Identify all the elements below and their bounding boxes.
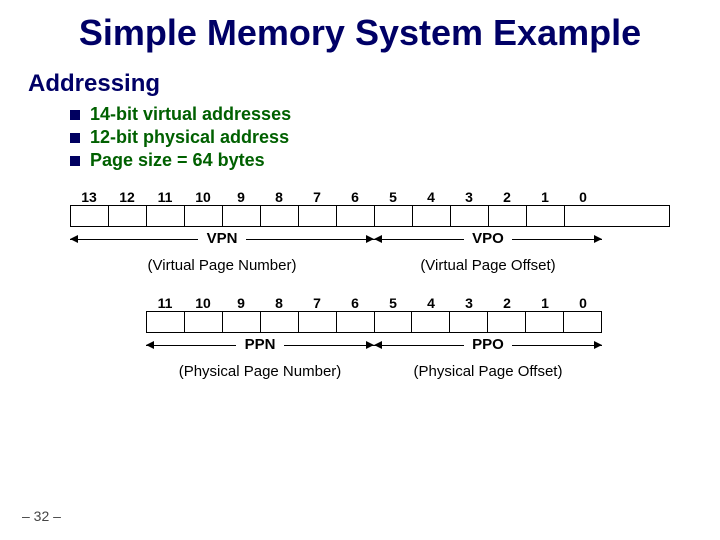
list-item: 12-bit physical address [70, 127, 720, 148]
bit-cell [147, 206, 185, 226]
bit-label: 10 [184, 295, 222, 311]
list-item: Page size = 64 bytes [70, 150, 720, 171]
bit-cell [261, 206, 299, 226]
bullet-text: Page size = 64 bytes [90, 150, 265, 171]
bit-cell [299, 206, 337, 226]
bit-cell [375, 312, 413, 332]
slide-number: – 32 – [22, 508, 61, 524]
bit-label: 5 [374, 189, 412, 205]
bit-cell [337, 206, 375, 226]
bit-cell [185, 312, 223, 332]
bit-cell [261, 312, 299, 332]
bit-cell [413, 206, 451, 226]
bit-cell [147, 312, 185, 332]
bit-cell [337, 312, 375, 332]
va-bit-boxes [70, 205, 670, 227]
bit-label: 6 [336, 295, 374, 311]
bit-label: 13 [70, 189, 108, 205]
bit-cell [375, 206, 413, 226]
bit-label: 2 [488, 189, 526, 205]
va-bit-labels: 131211109876543210 [70, 189, 670, 205]
bullet-icon [70, 110, 80, 120]
bit-cell [109, 206, 147, 226]
bit-cell [527, 206, 565, 226]
pa-bit-boxes [146, 311, 602, 333]
bit-label: 9 [222, 189, 260, 205]
bit-label: 5 [374, 295, 412, 311]
bit-cell [450, 312, 488, 332]
bit-cell [223, 206, 261, 226]
virtual-address-diagram: 131211109876543210 VPN VPO (Virtual Page… [70, 189, 670, 287]
page-title: Simple Memory System Example [0, 0, 720, 54]
bit-cell [451, 206, 489, 226]
bit-label: 11 [146, 189, 184, 205]
bit-label: 2 [488, 295, 526, 311]
list-item: 14-bit virtual addresses [70, 104, 720, 125]
vpo-full-label: (Virtual Page Offset) [374, 257, 602, 274]
bit-label: 0 [564, 189, 602, 205]
bullet-text: 14-bit virtual addresses [90, 104, 291, 125]
bit-label: 4 [412, 189, 450, 205]
bit-label: 11 [146, 295, 184, 311]
bit-label: 6 [336, 189, 374, 205]
bit-cell [299, 312, 337, 332]
vpo-label: VPO [464, 230, 512, 247]
bit-cell [564, 312, 601, 332]
bullet-text: 12-bit physical address [90, 127, 289, 148]
section-heading: Addressing [28, 70, 720, 98]
bit-label: 3 [450, 295, 488, 311]
bit-label: 7 [298, 295, 336, 311]
bit-cell [526, 312, 564, 332]
bullet-icon [70, 156, 80, 166]
bit-cell [565, 206, 602, 226]
ppo-full-label: (Physical Page Offset) [374, 363, 602, 380]
bit-label: 0 [564, 295, 602, 311]
bit-cell [185, 206, 223, 226]
bullet-list: 14-bit virtual addresses 12-bit physical… [70, 104, 720, 171]
bit-label: 7 [298, 189, 336, 205]
vpn-full-label: (Virtual Page Number) [70, 257, 374, 274]
bit-label: 12 [108, 189, 146, 205]
bit-label: 4 [412, 295, 450, 311]
ppn-label: PPN [236, 336, 284, 353]
bullet-icon [70, 133, 80, 143]
bit-cell [489, 206, 527, 226]
bit-cell [412, 312, 450, 332]
bit-label: 10 [184, 189, 222, 205]
bit-label: 8 [260, 189, 298, 205]
bit-cell [223, 312, 261, 332]
ppo-label: PPO [464, 336, 512, 353]
bit-label: 1 [526, 295, 564, 311]
bit-cell [71, 206, 109, 226]
bit-label: 1 [526, 189, 564, 205]
ppn-full-label: (Physical Page Number) [146, 363, 374, 380]
pa-bit-labels: 11109876543210 [146, 295, 602, 311]
bit-cell [488, 312, 526, 332]
vpn-label: VPN [198, 230, 246, 247]
bit-label: 3 [450, 189, 488, 205]
bit-label: 9 [222, 295, 260, 311]
physical-address-diagram: 11109876543210 PPN PPO (Physical Page Nu… [146, 295, 602, 393]
bit-label: 8 [260, 295, 298, 311]
